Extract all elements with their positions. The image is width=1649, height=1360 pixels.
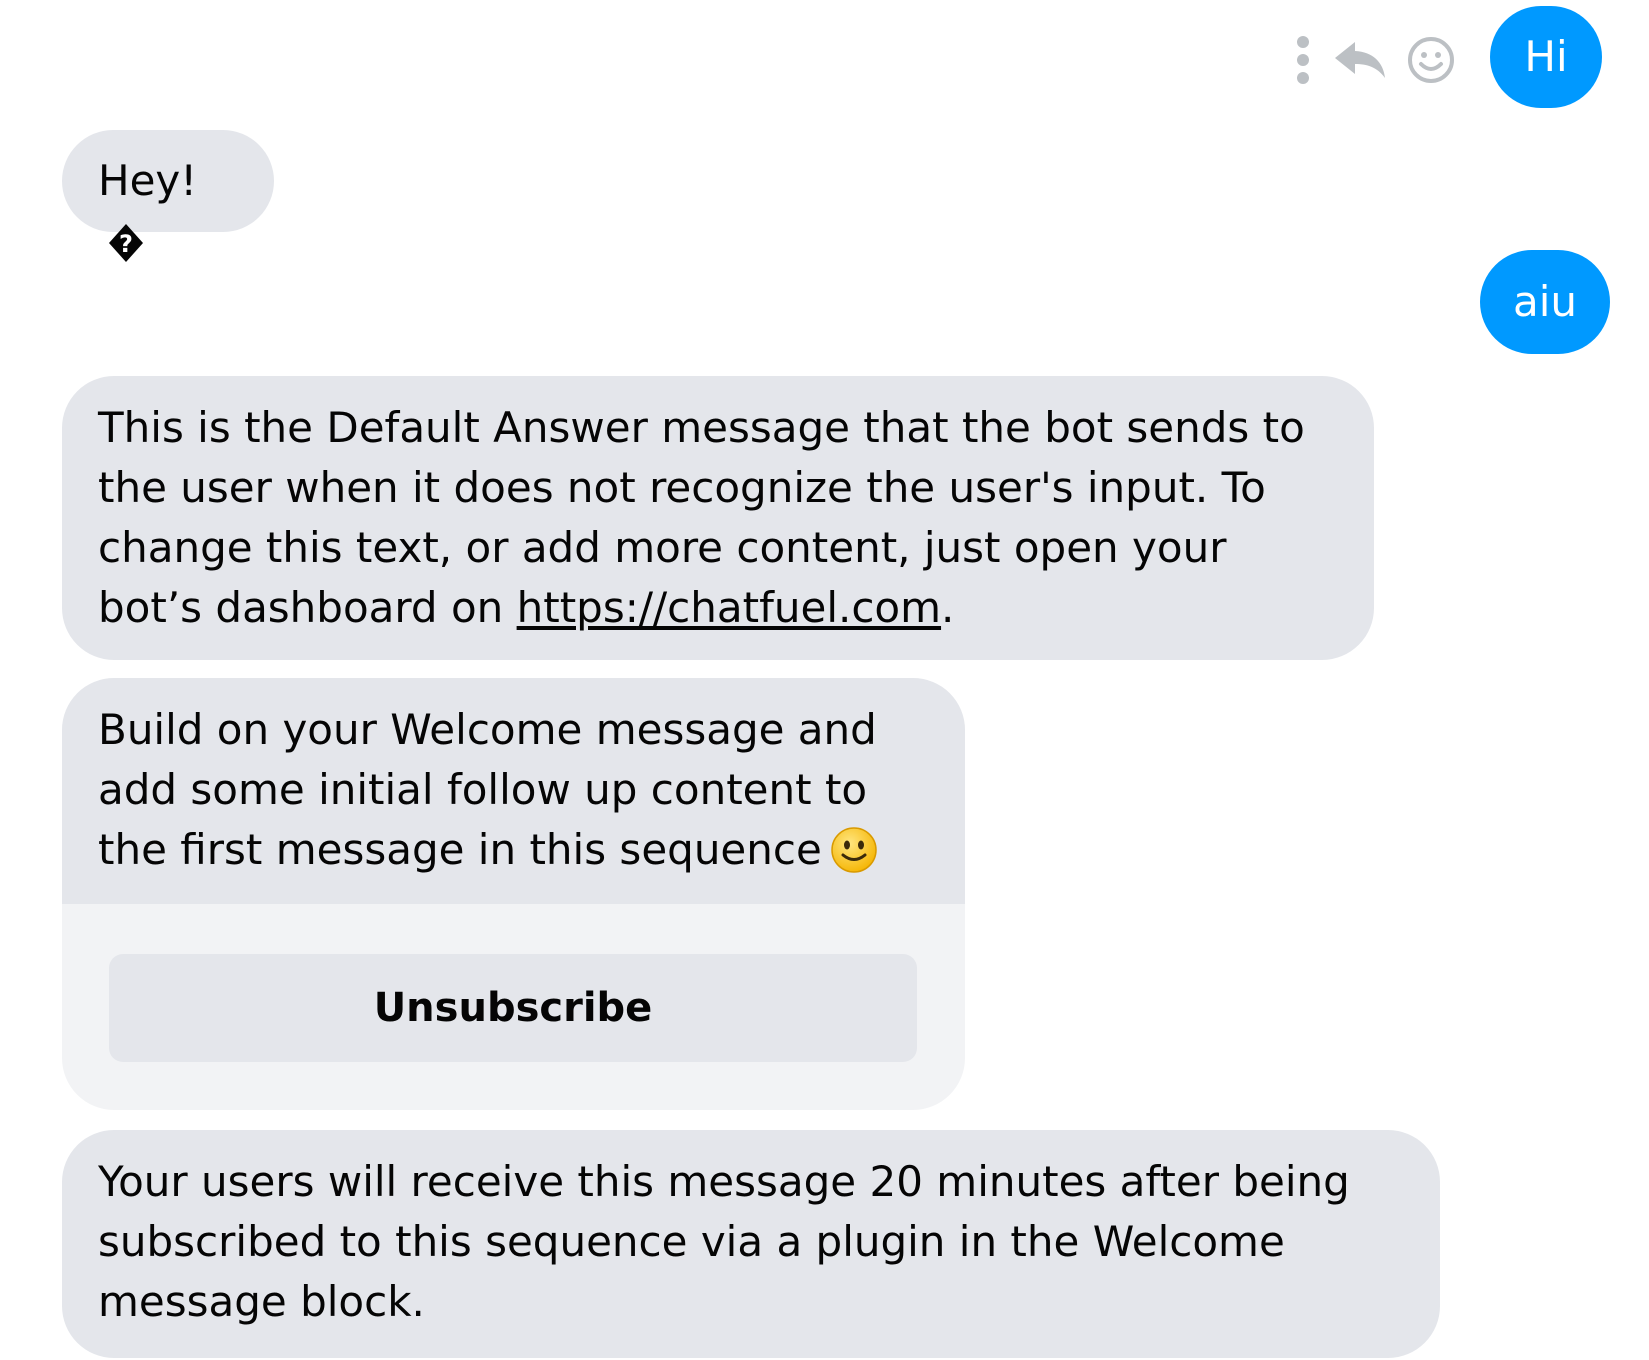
message-text-end: . <box>941 583 955 632</box>
incoming-message[interactable]: Your users will receive this message 20 … <box>62 1130 1440 1358</box>
message-text: Build on your Welcome message and add so… <box>98 705 877 874</box>
svg-text:?: ? <box>119 230 133 258</box>
slightly-smiling-face-icon <box>830 826 878 890</box>
incoming-message[interactable]: Hey! ? <box>62 130 274 262</box>
more-vertical-icon[interactable] <box>1290 30 1316 90</box>
outgoing-message[interactable]: Hi <box>1490 6 1602 108</box>
message-text: aiu <box>1512 277 1578 326</box>
message-text: Your users will receive this message 20 … <box>98 1157 1350 1326</box>
message-text: Hi <box>1524 32 1568 81</box>
button-template-message: Build on your Welcome message and add so… <box>62 678 965 1110</box>
unsubscribe-button[interactable]: Unsubscribe <box>109 954 917 1062</box>
outgoing-message[interactable]: aiu <box>1480 250 1610 354</box>
card-text: Build on your Welcome message and add so… <box>62 678 965 904</box>
incoming-message[interactable]: This is the Default Answer message that … <box>62 376 1374 660</box>
chatfuel-link[interactable]: https://chatfuel.com <box>517 583 941 632</box>
emoji-react-icon[interactable] <box>1400 30 1462 90</box>
question-diamond-icon: ? <box>108 218 144 280</box>
message-text: Hey! <box>98 156 198 205</box>
message-actions <box>1290 30 1490 90</box>
reply-icon[interactable] <box>1330 30 1390 90</box>
